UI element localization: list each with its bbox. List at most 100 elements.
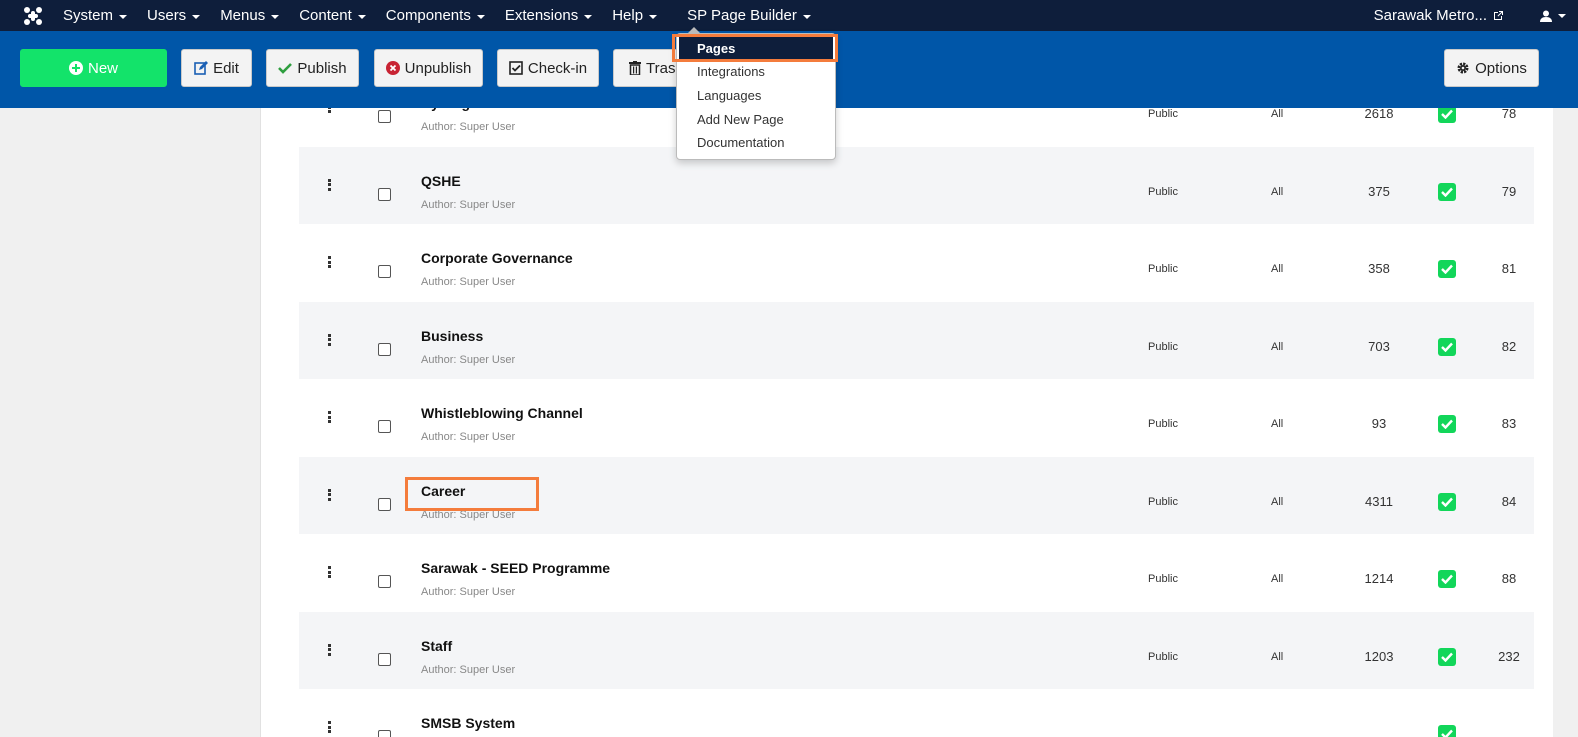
menu-components[interactable]: Components xyxy=(376,0,495,31)
drag-handle-icon[interactable] xyxy=(328,256,332,268)
language: All xyxy=(1271,418,1284,430)
drag-handle-icon[interactable] xyxy=(328,488,332,501)
page-author: Author: Super User xyxy=(421,198,516,211)
row-checkbox[interactable] xyxy=(378,265,391,278)
dropdown-item-documentation[interactable]: Documentation xyxy=(677,132,835,154)
language: All xyxy=(1271,340,1284,353)
access-level: Public xyxy=(1148,340,1178,353)
published-check-icon[interactable] xyxy=(1438,337,1456,356)
published-check-icon[interactable] xyxy=(1438,647,1456,666)
hits-count: 93 xyxy=(1371,416,1387,431)
page-id: 83 xyxy=(1501,416,1517,431)
edit-button[interactable]: Edit xyxy=(181,49,252,87)
menu-users[interactable]: Users xyxy=(137,0,210,31)
menu-system[interactable]: System xyxy=(53,0,137,31)
top-navbar: System Users Menus Content Components Extensi… xyxy=(0,0,1578,31)
hits-count: 375 xyxy=(1368,183,1390,199)
language: All xyxy=(1271,573,1284,585)
new-button[interactable]: New xyxy=(20,49,167,87)
publish-button[interactable]: Publish xyxy=(266,49,359,87)
published-check-icon[interactable] xyxy=(1438,415,1456,433)
chevron-down-icon xyxy=(476,14,485,19)
plus-circle-icon xyxy=(68,61,83,75)
published-check-icon[interactable] xyxy=(1438,570,1456,588)
access-level: Public xyxy=(1148,108,1178,120)
unpublish-button-label: Unpublish xyxy=(404,59,472,77)
access-level: Public xyxy=(1148,495,1178,508)
access-level: Public xyxy=(1148,418,1178,430)
hits-count: 1214 xyxy=(1364,571,1394,586)
menu-help[interactable]: Help xyxy=(602,0,667,31)
row-checkbox[interactable] xyxy=(378,575,391,588)
published-check-icon[interactable] xyxy=(1438,108,1456,123)
table-row: QSHE Author: Super User Public All 375 79 xyxy=(299,146,1534,224)
table-row: Business Author: Super User Public All 703 82 xyxy=(299,301,1534,379)
page-title-link[interactable]: Staff xyxy=(421,638,452,654)
chevron-down-icon xyxy=(584,14,593,19)
row-checkbox[interactable] xyxy=(378,730,391,737)
check-in-button[interactable]: Check-in xyxy=(497,49,599,87)
menu-content[interactable]: Content xyxy=(289,0,376,31)
menu-extensions[interactable]: Extensions xyxy=(495,0,602,31)
table-row: Whistleblowing Channel Author: Super User… xyxy=(299,379,1534,456)
drag-handle-icon[interactable] xyxy=(328,333,332,346)
table-row: Sarawak - SEED Programme Author: Super Us… xyxy=(299,534,1534,611)
page-id: 84 xyxy=(1501,493,1517,509)
page-title-link[interactable]: Sarawak - SEED Programme xyxy=(421,560,610,576)
access-level: Public xyxy=(1148,573,1178,585)
career-highlight-box xyxy=(405,477,539,511)
times-circle-icon xyxy=(385,61,400,75)
drag-handle-icon[interactable] xyxy=(328,108,332,113)
table-row: Staff Author: Super User Public All 1203 232 xyxy=(299,611,1534,689)
page-author: Author: Super User xyxy=(421,431,516,443)
table-row: Corporate Governance Author: Super User Pu… xyxy=(299,224,1534,301)
page-id: 232 xyxy=(1498,648,1520,664)
hits-count: 1203 xyxy=(1364,648,1394,664)
joomla-logo-icon[interactable] xyxy=(13,0,53,31)
drag-handle-icon[interactable] xyxy=(328,721,332,733)
menu-system-label: System xyxy=(63,7,114,24)
checkbox-icon xyxy=(509,61,523,75)
page-author: Author: Super User xyxy=(421,121,516,133)
drag-handle-icon[interactable] xyxy=(328,566,332,578)
chevron-down-icon xyxy=(119,14,128,19)
dropdown-item-add-new-page[interactable]: Add New Page xyxy=(677,108,835,130)
check-icon xyxy=(278,62,293,74)
menu-components-label: Components xyxy=(385,7,471,24)
dropdown-item-languages[interactable]: Languages xyxy=(677,84,835,106)
pages-list-panel: Hydrogen Tech Author: Super User Public All… xyxy=(260,108,1553,737)
language: All xyxy=(1271,108,1284,120)
row-checkbox[interactable] xyxy=(378,420,391,433)
page-title-link[interactable]: Corporate Governance xyxy=(421,250,573,266)
page-id: 88 xyxy=(1501,571,1517,586)
row-checkbox[interactable] xyxy=(378,110,391,123)
page-author: Author: Super User xyxy=(421,353,516,366)
page-title-link[interactable]: SMSB System xyxy=(421,715,515,731)
published-check-icon[interactable] xyxy=(1438,260,1456,278)
row-checkbox[interactable] xyxy=(378,497,391,511)
drag-handle-icon[interactable] xyxy=(328,643,332,656)
page-title-link[interactable]: Whistleblowing Channel xyxy=(421,405,583,421)
chevron-down-icon xyxy=(357,14,366,19)
dropdown-item-integrations[interactable]: Integrations xyxy=(677,61,835,83)
access-level: Public xyxy=(1148,650,1178,663)
row-checkbox[interactable] xyxy=(378,342,391,356)
menu-menus[interactable]: Menus xyxy=(210,0,289,31)
row-checkbox[interactable] xyxy=(378,187,391,201)
page-title-link[interactable]: QSHE xyxy=(421,173,461,189)
menu-menus-label: Menus xyxy=(220,7,266,24)
site-preview-link[interactable]: Sarawak Metro... xyxy=(1374,7,1528,24)
drag-handle-icon[interactable] xyxy=(328,178,332,191)
published-check-icon[interactable] xyxy=(1438,492,1456,511)
published-check-icon[interactable] xyxy=(1438,182,1456,201)
page-title-link[interactable]: Business xyxy=(421,328,483,344)
page-title-link[interactable]: Hydrogen Tech xyxy=(421,108,522,111)
check-in-button-label: Check-in xyxy=(527,59,588,77)
row-checkbox[interactable] xyxy=(378,652,391,666)
options-button[interactable]: Options xyxy=(1444,49,1539,87)
user-menu[interactable] xyxy=(1528,0,1578,31)
published-check-icon[interactable] xyxy=(1438,725,1456,737)
drag-handle-icon[interactable] xyxy=(328,411,332,423)
unpublish-button[interactable]: Unpublish xyxy=(374,49,483,87)
sidebar xyxy=(0,108,260,737)
